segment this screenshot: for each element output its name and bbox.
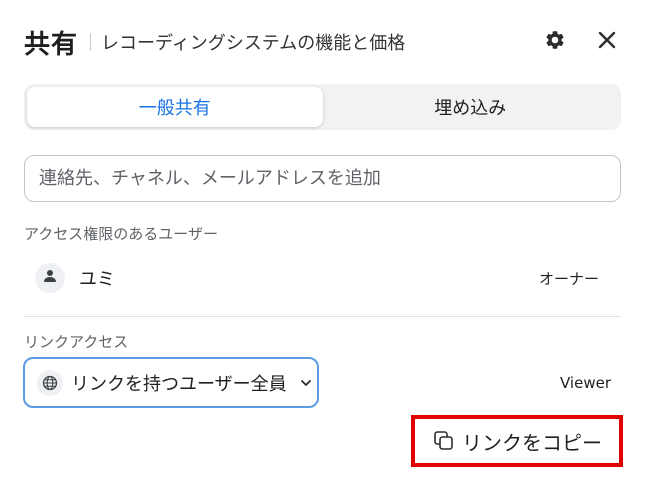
share-tabs: 一般共有 埋め込み: [24, 84, 621, 130]
tab-embed[interactable]: 埋め込み: [323, 87, 619, 127]
document-title: レコーディングシステムの機能と価格: [101, 33, 406, 54]
globe-icon: [37, 369, 63, 396]
link-access-dropdown[interactable]: リンクを持つユーザー全員: [23, 357, 319, 408]
settings-button[interactable]: [541, 28, 569, 56]
link-access-label: リンクアクセス: [24, 333, 129, 351]
dialog-header: 共有 レコーディングシステムの機能と価格: [24, 22, 629, 62]
copy-link-button[interactable]: リンクをコピー: [411, 415, 623, 467]
user-row: ユミ オーナー: [24, 258, 621, 298]
link-access-value: リンクを持つユーザー全員: [71, 373, 287, 395]
close-button[interactable]: [593, 28, 621, 56]
tab-general-share[interactable]: 一般共有: [27, 87, 323, 127]
add-contact-input[interactable]: [24, 155, 621, 202]
section-divider: [24, 316, 621, 317]
access-users-label: アクセス権限のあるユーザー: [24, 225, 218, 243]
user-name: ユミ: [79, 269, 115, 290]
title-divider: [90, 33, 92, 51]
copy-icon: [432, 429, 456, 453]
avatar: [35, 263, 65, 293]
close-icon: [597, 30, 617, 54]
link-permission[interactable]: Viewer: [560, 374, 611, 392]
header-actions: [541, 28, 621, 56]
person-icon: [42, 268, 58, 288]
chevron-down-icon: [299, 376, 313, 390]
user-role: オーナー: [538, 269, 599, 288]
gear-icon: [544, 29, 566, 55]
dialog-title: 共有: [24, 29, 79, 60]
copy-link-label: リンクをコピー: [462, 430, 602, 455]
